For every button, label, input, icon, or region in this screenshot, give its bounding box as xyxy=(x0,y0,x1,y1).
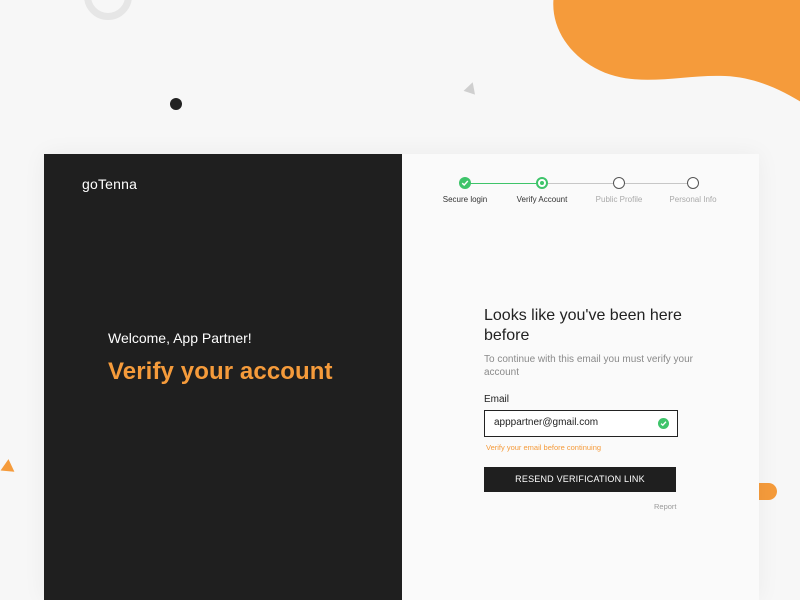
email-field[interactable]: apppartner@gmail.com xyxy=(484,410,678,437)
step-secure-login-icon xyxy=(459,177,471,189)
decorative-ring xyxy=(84,0,132,20)
report-link[interactable]: Report xyxy=(654,502,677,511)
decorative-triangle-orange xyxy=(0,459,15,477)
decorative-triangle-grey xyxy=(463,80,479,95)
step-verify-account-icon xyxy=(536,177,548,189)
email-value[interactable]: apppartner@gmail.com xyxy=(494,417,598,428)
form-title: Looks like you've been here before xyxy=(484,307,682,344)
decorative-orange-blob xyxy=(553,0,800,102)
decorative-dot xyxy=(170,98,182,110)
gotenna-logo: goTenna xyxy=(82,176,138,192)
step-public-profile-icon xyxy=(613,177,625,189)
resend-verification-button[interactable]: RESEND VERIFICATION LINK xyxy=(484,467,676,492)
welcome-text: Welcome, App Partner! xyxy=(108,330,252,346)
form-panel: Secure login Verify Account Public Profi… xyxy=(402,154,759,600)
check-circle-icon xyxy=(658,418,669,429)
step-personal-info-icon xyxy=(687,177,699,189)
verification-card: goTenna Welcome, App Partner! Verify you… xyxy=(44,154,759,600)
step-connector xyxy=(542,183,619,184)
step-label-personal-info: Personal Info xyxy=(669,195,717,204)
step-connector xyxy=(619,183,693,184)
hero-panel: goTenna Welcome, App Partner! Verify you… xyxy=(44,154,402,600)
progress-stepper: Secure login Verify Account Public Profi… xyxy=(402,154,759,214)
verify-hint: Verify your email before continuing xyxy=(486,443,602,452)
step-connector xyxy=(466,183,542,184)
email-label: Email xyxy=(484,394,510,405)
form-subtitle: To continue with this email you must ver… xyxy=(484,354,693,378)
hero-headline: Verify your account xyxy=(108,358,333,385)
